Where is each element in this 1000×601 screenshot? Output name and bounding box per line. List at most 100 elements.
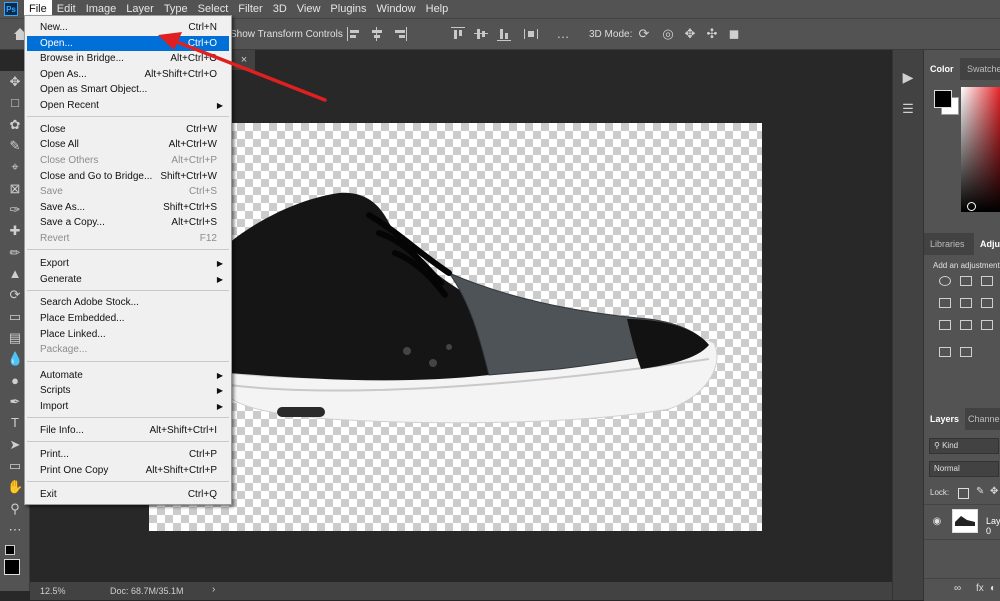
menu-open-smart-object[interactable]: Open as Smart Object... bbox=[27, 82, 229, 97]
align-right-icon[interactable] bbox=[393, 27, 407, 41]
menu-generate[interactable]: Generate ▶ bbox=[27, 272, 229, 287]
lock-pixels-icon[interactable]: ✎ bbox=[976, 486, 984, 497]
menu-plugins[interactable]: Plugins bbox=[325, 0, 371, 18]
layer-kind-filter[interactable]: ⚲ Kind bbox=[929, 438, 999, 454]
close-tab-icon[interactable]: × bbox=[237, 53, 251, 67]
menu-print[interactable]: Print... Ctrl+P bbox=[27, 447, 229, 462]
menu-help[interactable]: Help bbox=[421, 0, 454, 18]
tab-swatches[interactable]: Swatches bbox=[961, 58, 1000, 80]
menu-file-info[interactable]: File Info... Alt+Shift+Ctrl+I bbox=[27, 423, 229, 438]
tab-color[interactable]: Color bbox=[924, 58, 960, 80]
zoom-level[interactable]: 12.5% bbox=[40, 586, 66, 596]
more-tools-icon[interactable]: ⋯ bbox=[7, 522, 23, 538]
marquee-tool-icon[interactable]: □ bbox=[7, 95, 23, 111]
menu-save-as[interactable]: Save As... Shift+Ctrl+S bbox=[27, 200, 229, 215]
eye-icon[interactable]: ◉ bbox=[930, 515, 944, 529]
blend-mode-select[interactable]: Normal bbox=[929, 461, 999, 477]
menu-export[interactable]: Export ▶ bbox=[27, 256, 229, 271]
menu-3d[interactable]: 3D bbox=[268, 0, 292, 18]
menu-view[interactable]: View bbox=[292, 0, 326, 18]
foreground-color-swatch[interactable] bbox=[4, 559, 20, 575]
menu-close[interactable]: Close Ctrl+W bbox=[27, 122, 229, 137]
menu-open-recent[interactable]: Open Recent ▶ bbox=[27, 98, 229, 113]
scale-3d-icon[interactable]: ◼ bbox=[726, 26, 742, 42]
align-bottom-icon[interactable] bbox=[497, 27, 511, 41]
blur-tool-icon[interactable]: 💧 bbox=[7, 351, 23, 367]
rectangle-tool-icon[interactable]: ▭ bbox=[7, 458, 23, 474]
menu-close-all[interactable]: Close All Alt+Ctrl+W bbox=[27, 137, 229, 152]
menu-window[interactable]: Window bbox=[372, 0, 421, 18]
photo-filter-icon[interactable] bbox=[939, 320, 951, 330]
eyedropper-tool-icon[interactable]: ✑ bbox=[7, 202, 23, 218]
color-picker-cursor[interactable] bbox=[967, 202, 976, 211]
curves-icon[interactable] bbox=[981, 276, 993, 286]
clone-stamp-tool-icon[interactable]: ▲ bbox=[7, 266, 23, 282]
tab-libraries[interactable]: Libraries bbox=[924, 233, 971, 255]
menu-import[interactable]: Import ▶ bbox=[27, 399, 229, 414]
menu-open[interactable]: Open... Ctrl+O bbox=[27, 36, 229, 51]
lock-transparent-icon[interactable] bbox=[958, 488, 969, 499]
show-transform-controls-label[interactable]: Show Transform Controls bbox=[230, 29, 343, 40]
hand-tool-icon[interactable]: ✋ bbox=[7, 479, 23, 495]
lock-position-icon[interactable]: ✥ bbox=[990, 486, 998, 497]
align-top-icon[interactable] bbox=[451, 27, 465, 41]
play-icon[interactable]: ▶ bbox=[899, 68, 917, 86]
menu-filter[interactable]: Filter bbox=[233, 0, 267, 18]
type-tool-icon[interactable]: T bbox=[7, 415, 23, 431]
quick-select-tool-icon[interactable]: ✎ bbox=[7, 138, 23, 154]
pen-tool-icon[interactable]: ✒ bbox=[7, 394, 23, 410]
path-selection-tool-icon[interactable]: ➤ bbox=[7, 437, 23, 453]
tab-channels[interactable]: Channels bbox=[962, 408, 1000, 430]
layer-row[interactable]: ◉ Layer 0 bbox=[924, 504, 1000, 540]
frame-tool-icon[interactable]: ⊠ bbox=[7, 181, 23, 197]
orbit-3d-icon[interactable]: ⟳ bbox=[636, 26, 652, 42]
add-mask-icon[interactable]: ◐ bbox=[990, 583, 996, 594]
default-colors-icon[interactable] bbox=[5, 545, 15, 555]
canvas[interactable] bbox=[149, 123, 762, 531]
brush-tool-icon[interactable]: ✏ bbox=[7, 245, 23, 261]
posterize-icon[interactable] bbox=[960, 347, 972, 357]
hue-saturation-icon[interactable] bbox=[960, 298, 972, 308]
eraser-tool-icon[interactable]: ▭ bbox=[7, 309, 23, 325]
roll-3d-icon[interactable]: ◎ bbox=[660, 26, 676, 42]
drag-3d-icon[interactable]: ✥ bbox=[682, 26, 698, 42]
menu-exit[interactable]: Exit Ctrl+Q bbox=[27, 487, 229, 502]
status-menu-arrow-icon[interactable]: › bbox=[212, 584, 215, 595]
menu-close-go-bridge[interactable]: Close and Go to Bridge... Shift+Ctrl+W bbox=[27, 169, 229, 184]
distribute-icon[interactable] bbox=[524, 27, 538, 41]
tab-layers[interactable]: Layers bbox=[924, 408, 966, 430]
layer-style-fx-icon[interactable]: fx bbox=[976, 583, 984, 594]
menu-scripts[interactable]: Scripts ▶ bbox=[27, 383, 229, 398]
gradient-tool-icon[interactable]: ▤ bbox=[7, 330, 23, 346]
more-options-icon[interactable]: … bbox=[555, 26, 571, 42]
menu-search-adobe-stock[interactable]: Search Adobe Stock... bbox=[27, 295, 229, 310]
color-balance-icon[interactable] bbox=[981, 298, 993, 308]
align-left-icon[interactable] bbox=[347, 27, 361, 41]
channel-mixer-icon[interactable] bbox=[960, 320, 972, 330]
invert-icon[interactable] bbox=[939, 347, 951, 357]
dodge-tool-icon[interactable]: ● bbox=[7, 373, 23, 389]
menu-place-linked[interactable]: Place Linked... bbox=[27, 327, 229, 342]
zoom-tool-icon[interactable]: ⚲ bbox=[7, 501, 23, 517]
history-brush-tool-icon[interactable]: ⟳ bbox=[7, 287, 23, 303]
vibrance-icon[interactable] bbox=[939, 298, 951, 308]
layer-name[interactable]: Layer 0 bbox=[986, 516, 1000, 536]
color-picker-field[interactable] bbox=[961, 87, 1000, 212]
healing-brush-tool-icon[interactable]: ✚ bbox=[7, 223, 23, 239]
link-layers-icon[interactable]: ∞ bbox=[954, 583, 961, 594]
menu-open-as[interactable]: Open As... Alt+Shift+Ctrl+O bbox=[27, 67, 229, 82]
menu-save-copy[interactable]: Save a Copy... Alt+Ctrl+S bbox=[27, 215, 229, 230]
crop-tool-icon[interactable]: ⌖ bbox=[7, 159, 23, 175]
move-tool-icon[interactable]: ✥ bbox=[7, 74, 23, 90]
menu-automate[interactable]: Automate ▶ bbox=[27, 368, 229, 383]
menu-browse-in-bridge[interactable]: Browse in Bridge... Alt+Ctrl+O bbox=[27, 51, 229, 66]
panel-foreground-swatch[interactable] bbox=[934, 90, 952, 108]
menu-place-embedded[interactable]: Place Embedded... bbox=[27, 311, 229, 326]
levels-icon[interactable] bbox=[960, 276, 972, 286]
properties-sliders-icon[interactable]: ☰ bbox=[899, 100, 917, 118]
lasso-tool-icon[interactable]: ✿ bbox=[7, 117, 23, 133]
tab-adjustments[interactable]: Adjustments bbox=[974, 233, 1000, 255]
menu-print-one-copy[interactable]: Print One Copy Alt+Shift+Ctrl+P bbox=[27, 463, 229, 478]
slide-3d-icon[interactable]: ✣ bbox=[704, 26, 720, 42]
brightness-icon[interactable] bbox=[939, 276, 951, 286]
